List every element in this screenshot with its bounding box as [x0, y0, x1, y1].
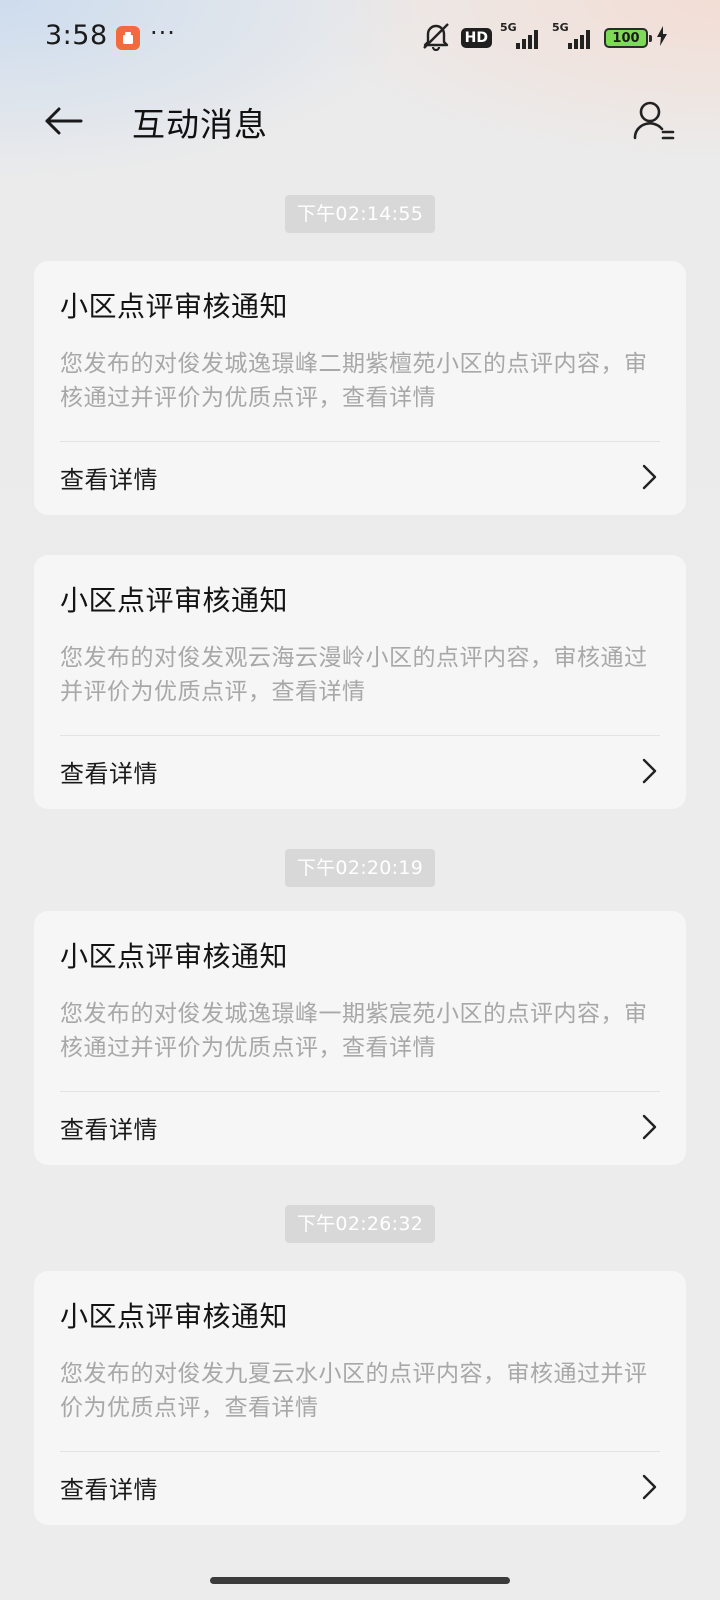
view-details-row[interactable]: 查看详情 — [34, 1452, 686, 1525]
app-notification-icon — [116, 26, 140, 50]
timestamp-row: 下午02:26:32 — [0, 1205, 720, 1245]
timestamp-chip: 下午02:20:19 — [284, 849, 436, 887]
message-feed: 下午02:14:55 小区点评审核通知 您发布的对俊发城逸璟峰二期紫檀苑小区的点… — [0, 195, 720, 1525]
chevron-right-icon — [642, 464, 657, 490]
message-card: 小区点评审核通知 您发布的对俊发九夏云水小区的点评内容，审核通过并评价为优质点评… — [34, 1271, 686, 1525]
battery-icon: 100 — [604, 28, 652, 48]
page-title: 互动消息 — [132, 105, 268, 144]
hd-icon: HD — [460, 28, 492, 48]
home-indicator[interactable] — [210, 1577, 510, 1584]
view-details-label: 查看详情 — [60, 760, 158, 788]
timestamp-chip: 下午02:26:32 — [284, 1205, 436, 1243]
view-details-label: 查看详情 — [60, 1116, 158, 1144]
signal-icon-sim2: 5G — [552, 21, 596, 51]
signal-icon-sim1: 5G — [500, 21, 544, 51]
timestamp-chip: 下午02:14:55 — [284, 195, 436, 233]
sim2-network-label: 5G — [552, 21, 569, 34]
message-card: 小区点评审核通知 您发布的对俊发观云海云漫岭小区的点评内容，审核通过并评价为优质… — [34, 555, 686, 809]
back-button[interactable] — [40, 97, 88, 145]
muted-bell-icon — [419, 21, 453, 55]
arrow-left-icon — [45, 107, 83, 135]
card-body: 您发布的对俊发城逸璟峰二期紫檀苑小区的点评内容，审核通过并评价为优质点评，查看详… — [60, 351, 648, 411]
more-notifications-icon: ··· — [150, 19, 176, 47]
view-details-row[interactable]: 查看详情 — [34, 1092, 686, 1165]
card-title: 小区点评审核通知 — [60, 940, 289, 973]
card-body: 您发布的对俊发九夏云水小区的点评内容，审核通过并评价为优质点评，查看详情 — [60, 1361, 648, 1421]
card-title: 小区点评审核通知 — [60, 1300, 289, 1333]
status-time: 3:58 — [45, 20, 108, 51]
app-header: 互动消息 — [0, 85, 720, 157]
view-details-label: 查看详情 — [60, 1476, 158, 1504]
card-title: 小区点评审核通知 — [60, 584, 289, 617]
chevron-right-icon — [642, 1474, 657, 1500]
card-body: 您发布的对俊发城逸璟峰一期紫宸苑小区的点评内容，审核通过并评价为优质点评，查看详… — [60, 1001, 648, 1061]
view-details-row[interactable]: 查看详情 — [34, 736, 686, 809]
timestamp-row: 下午02:14:55 — [0, 195, 720, 235]
chevron-right-icon — [642, 758, 657, 784]
charging-icon — [656, 26, 668, 50]
message-card: 小区点评审核通知 您发布的对俊发城逸璟峰一期紫宸苑小区的点评内容，审核通过并评价… — [34, 911, 686, 1165]
user-list-icon — [633, 101, 675, 140]
timestamp-row: 下午02:20:19 — [0, 849, 720, 889]
message-card: 小区点评审核通知 您发布的对俊发城逸璟峰二期紫檀苑小区的点评内容，审核通过并评价… — [34, 261, 686, 515]
view-details-row[interactable]: 查看详情 — [34, 442, 686, 515]
card-body: 您发布的对俊发观云海云漫岭小区的点评内容，审核通过并评价为优质点评，查看详情 — [60, 645, 648, 705]
view-details-label: 查看详情 — [60, 466, 158, 494]
profile-button[interactable] — [628, 95, 680, 147]
chevron-right-icon — [642, 1114, 657, 1140]
status-bar: 3:58 ··· HD 5G 5G 100 — [0, 0, 720, 78]
status-right: HD 5G 5G 100 — [419, 21, 668, 55]
card-title: 小区点评审核通知 — [60, 290, 289, 323]
sim1-network-label: 5G — [500, 21, 517, 34]
